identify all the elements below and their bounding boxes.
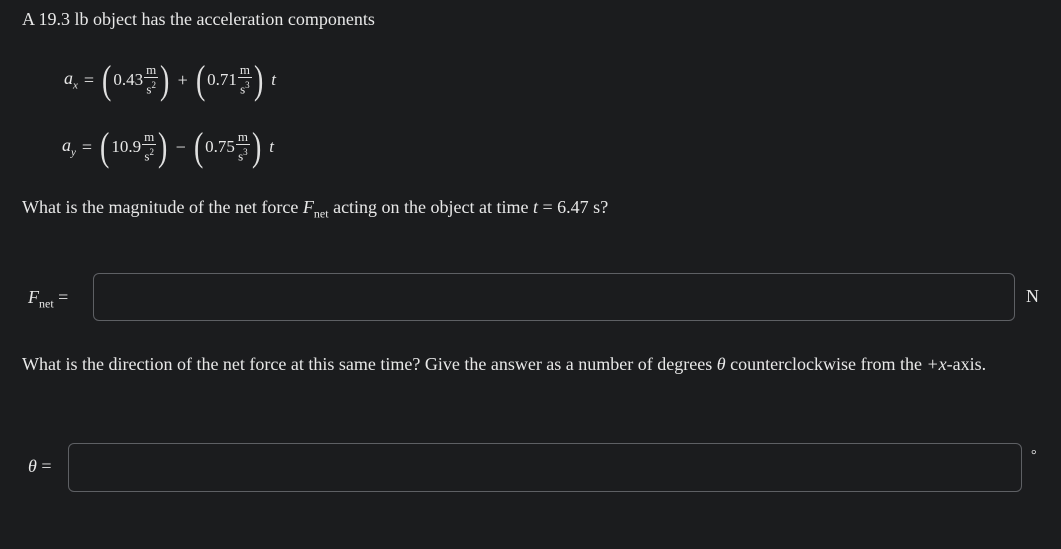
ay-unit-1: m s2	[142, 129, 157, 164]
ax-unit-2: m s3	[237, 62, 252, 97]
ax-operator: +	[177, 69, 188, 90]
left-paren: (	[102, 57, 112, 102]
left-paren: (	[100, 124, 110, 169]
ay-time-var: t	[269, 137, 274, 156]
ay-coef-2: 0.75	[205, 137, 235, 156]
question-magnitude: What is the magnitude of the net force F…	[22, 197, 609, 221]
ax-equation: ax = ( 0.43 m s2 ) + ( 0.71 m s3 ) t	[64, 55, 276, 105]
right-paren: )	[253, 57, 264, 102]
right-paren: )	[158, 124, 168, 169]
ay-unit-2: m s3	[235, 129, 250, 164]
fnet-unit: N	[1026, 286, 1039, 306]
theta-label: θ =	[28, 456, 52, 476]
question-direction: What is the direction of the net force a…	[22, 354, 987, 374]
degree-unit: °	[1031, 448, 1037, 463]
ay-equation: ay = ( 10.9 m s2 ) − ( 0.75 m s3 ) t	[62, 122, 274, 172]
right-paren: )	[251, 124, 262, 169]
ax-coef-1: 0.43	[113, 70, 144, 89]
equals-sign: =	[81, 136, 93, 157]
left-paren: (	[193, 124, 204, 169]
ax-unit-1: m s2	[144, 62, 159, 97]
right-paren: )	[160, 57, 170, 102]
ax-coef-2: 0.71	[207, 70, 237, 89]
ay-symbol: ay	[62, 135, 76, 159]
ay-coef-1: 10.9	[111, 137, 142, 156]
ay-operator: −	[175, 136, 186, 157]
problem-intro: A 19.3 lb object has the acceleration co…	[22, 9, 375, 29]
equals-sign: =	[83, 69, 95, 90]
ax-symbol: ax	[64, 68, 78, 92]
theta-answer-input[interactable]	[68, 443, 1022, 492]
fnet-label: Fnet =	[28, 287, 69, 311]
ax-time-var: t	[271, 70, 276, 89]
left-paren: (	[195, 57, 206, 102]
fnet-answer-input[interactable]	[93, 273, 1015, 321]
